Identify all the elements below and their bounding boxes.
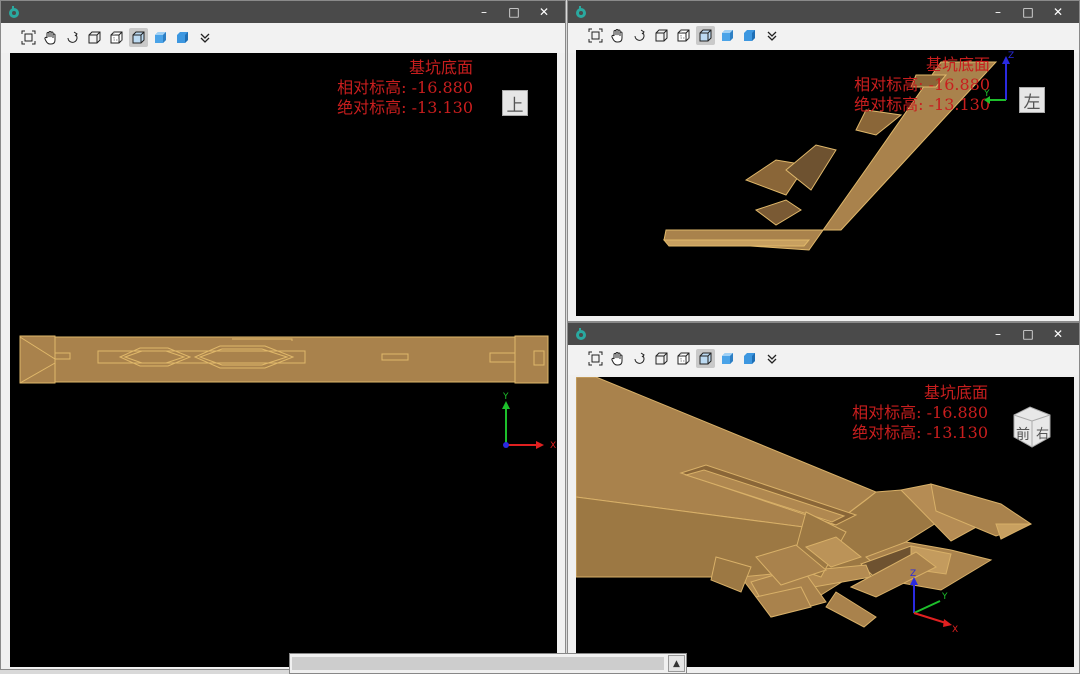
- annotation-title: 基坑底面: [923, 383, 988, 402]
- app-logo-icon: [576, 6, 586, 18]
- minimize-button[interactable]: –: [983, 323, 1013, 345]
- wireframe-cube-icon[interactable]: [652, 26, 671, 45]
- solid-cube-icon[interactable]: [173, 28, 192, 47]
- minimize-button[interactable]: –: [983, 1, 1013, 23]
- y-axis-label: Y: [502, 392, 509, 402]
- axis-triad: Z Y: [984, 51, 1014, 104]
- hidden-line-cube-icon[interactable]: [674, 349, 693, 368]
- pan-hand-icon[interactable]: [608, 26, 627, 45]
- hidden-line-cube-icon[interactable]: [674, 26, 693, 45]
- shaded-cube-icon[interactable]: [718, 26, 737, 45]
- z-axis-label: Z: [910, 569, 916, 579]
- maximize-button[interactable]: □: [499, 1, 529, 23]
- axis-triad: Z Y X: [910, 569, 958, 635]
- y-axis-label: Y: [941, 592, 948, 602]
- titlebar: – □ ✕: [1, 1, 565, 23]
- titlebar: – □ ✕: [568, 1, 1079, 23]
- view-cube-right-label: 右: [1036, 427, 1049, 442]
- hidden-line-cube-icon[interactable]: [107, 28, 126, 47]
- horizontal-scrollbar[interactable]: ▲: [289, 653, 687, 674]
- z-axis-label: Z: [1008, 51, 1014, 61]
- solid-cube-icon[interactable]: [740, 26, 759, 45]
- relative-elevation: 相对标高: -16.880: [854, 75, 990, 94]
- shaded-cube-icon[interactable]: [151, 28, 170, 47]
- shaded-edges-cube-icon[interactable]: [696, 26, 715, 45]
- shaded-edges-cube-icon[interactable]: [129, 28, 148, 47]
- wireframe-cube-icon[interactable]: [652, 349, 671, 368]
- top-viewport[interactable]: 基坑底面 相对标高: -16.880 绝对标高: -13.130 上 Y X: [10, 53, 557, 667]
- pan-hand-icon[interactable]: [41, 28, 60, 47]
- left-viewport[interactable]: 基坑底面 相对标高: -16.880 绝对标高: -13.130 Z Y 左: [576, 50, 1074, 316]
- pit-perspective-model: [576, 377, 1033, 628]
- view-cube[interactable]: 左: [1019, 87, 1045, 113]
- axis-triad: Y X: [502, 392, 556, 451]
- app-logo-icon: [576, 328, 586, 340]
- view-toolbar: [568, 345, 1079, 375]
- view-cube[interactable]: 前 右: [1010, 405, 1054, 449]
- elevation-annotation: 基坑底面 相对标高: -16.880 绝对标高: -13.130: [854, 55, 990, 115]
- view-cube-front-label: 前: [1016, 426, 1030, 443]
- pit-plan-model: [19, 335, 549, 384]
- absolute-elevation: 绝对标高: -13.130: [854, 95, 990, 114]
- more-chevron-icon[interactable]: [762, 26, 781, 45]
- view-toolbar: [568, 23, 1079, 53]
- annotation-title: 基坑底面: [925, 55, 990, 74]
- view-toolbar: [1, 23, 565, 53]
- close-button[interactable]: ✕: [1043, 323, 1073, 345]
- zoom-extents-icon[interactable]: [586, 26, 605, 45]
- scrollbar-thumb[interactable]: [292, 657, 664, 670]
- more-chevron-icon[interactable]: [195, 28, 214, 47]
- close-button[interactable]: ✕: [1043, 1, 1073, 23]
- maximize-button[interactable]: □: [1013, 1, 1043, 23]
- rotate-icon[interactable]: [630, 349, 649, 368]
- relative-elevation: 相对标高: -16.880: [852, 403, 988, 422]
- x-axis-label: X: [952, 625, 958, 635]
- solid-cube-icon[interactable]: [740, 349, 759, 368]
- rotate-icon[interactable]: [630, 26, 649, 45]
- more-chevron-icon[interactable]: [762, 349, 781, 368]
- front-view-window: – □ ✕ 基坑底面 相对标高: -16.880 绝对标高: -13.130 前…: [567, 322, 1080, 674]
- front-viewport[interactable]: 基坑底面 相对标高: -16.880 绝对标高: -13.130 前 右 Z Y…: [576, 377, 1074, 667]
- app-logo-icon: [9, 6, 19, 18]
- close-button[interactable]: ✕: [529, 1, 559, 23]
- wireframe-cube-icon[interactable]: [85, 28, 104, 47]
- elevation-annotation: 基坑底面 相对标高: -16.880 绝对标高: -13.130: [852, 383, 988, 443]
- top-view-window: – □ ✕ 基坑底面 相对标高: -16.880 绝对标高: -13.130 上: [0, 0, 566, 670]
- shaded-edges-cube-icon[interactable]: [696, 349, 715, 368]
- zoom-extents-icon[interactable]: [19, 28, 38, 47]
- pan-hand-icon[interactable]: [608, 349, 627, 368]
- minimize-button[interactable]: –: [469, 1, 499, 23]
- view-cube-left-label: 左: [1023, 92, 1041, 113]
- maximize-button[interactable]: □: [1013, 323, 1043, 345]
- zoom-extents-icon[interactable]: [586, 349, 605, 368]
- absolute-elevation: 绝对标高: -13.130: [852, 423, 988, 442]
- y-axis-label: Y: [984, 89, 990, 99]
- x-axis-label: X: [550, 441, 556, 451]
- shaded-cube-icon[interactable]: [718, 349, 737, 368]
- scroll-arrow-button[interactable]: ▲: [668, 655, 685, 672]
- left-view-window: – □ ✕ 基坑底面 相对标高: -16.880 绝对标高: -13.130 Z…: [567, 0, 1080, 322]
- titlebar: – □ ✕: [568, 323, 1079, 345]
- rotate-icon[interactable]: [63, 28, 82, 47]
